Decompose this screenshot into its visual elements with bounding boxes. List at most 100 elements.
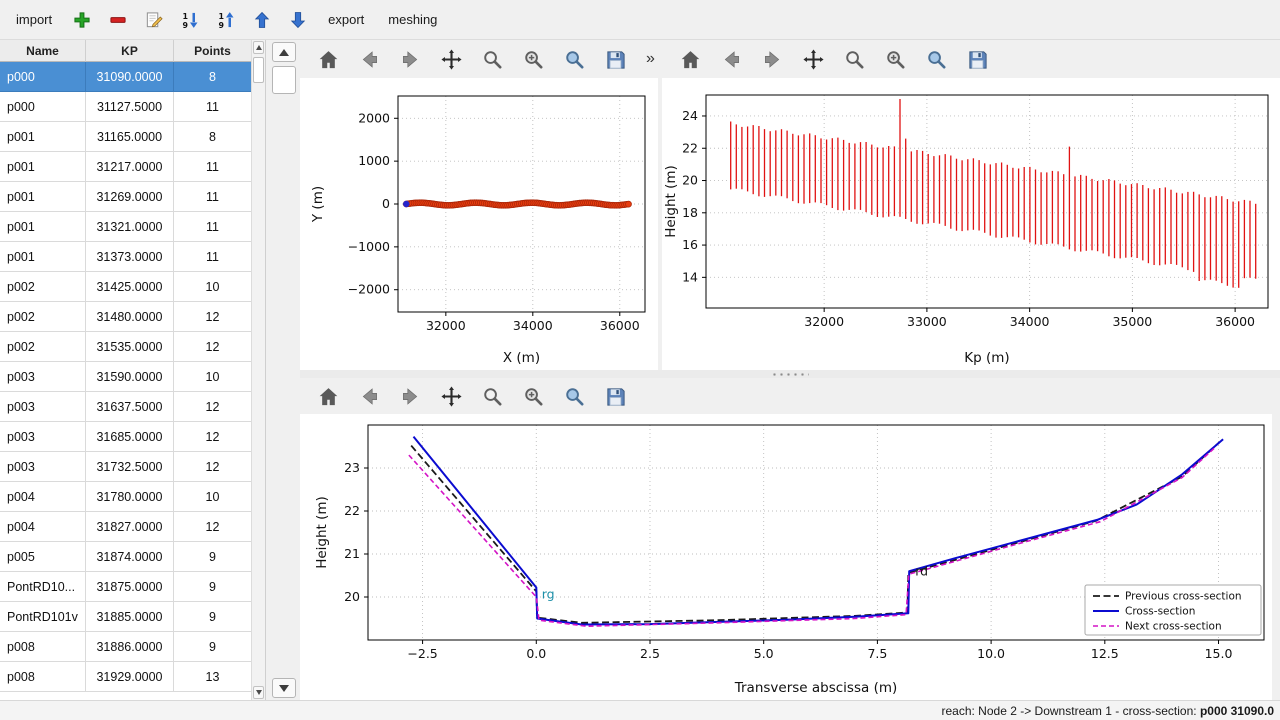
table-row[interactable]: p004 31827.0000 12 xyxy=(0,512,251,542)
sort-ascending-button[interactable]: 19 xyxy=(176,6,204,34)
forward-button[interactable] xyxy=(396,45,424,73)
export-button[interactable]: export xyxy=(320,7,372,32)
cell-name: p004 xyxy=(0,512,86,542)
save-figure-button[interactable] xyxy=(601,382,629,410)
pan-button[interactable] xyxy=(437,382,465,410)
forward-button[interactable] xyxy=(758,45,786,73)
pan-button[interactable] xyxy=(437,45,465,73)
import-button[interactable]: import xyxy=(8,7,60,32)
long-profile-chart[interactable]: 3200033000340003500036000141618202224Kp … xyxy=(662,78,1280,370)
table-row[interactable]: p002 31480.0000 12 xyxy=(0,302,251,332)
table-scroll-down-button[interactable] xyxy=(253,686,264,699)
cell-name: p000 xyxy=(0,92,86,122)
back-button[interactable] xyxy=(717,45,745,73)
table-row[interactable]: p000 31090.0000 8 xyxy=(0,62,251,92)
save-figure-button[interactable] xyxy=(601,45,629,73)
table-row[interactable]: PontRD10... 31875.0000 9 xyxy=(0,572,251,602)
cell-points: 9 xyxy=(174,632,251,662)
cell-name: p001 xyxy=(0,242,86,272)
cell-points: 10 xyxy=(174,482,251,512)
svg-text:22: 22 xyxy=(344,503,360,518)
subplots-button[interactable] xyxy=(519,45,547,73)
column-header-points[interactable]: Points xyxy=(174,40,252,62)
table-row[interactable]: p001 31217.0000 11 xyxy=(0,152,251,182)
sort-descending-button[interactable]: 19 xyxy=(212,6,240,34)
triangle-down-icon xyxy=(279,685,289,692)
svg-text:Height (m): Height (m) xyxy=(314,496,330,569)
table-row[interactable]: p001 31269.0000 11 xyxy=(0,182,251,212)
table-row[interactable]: p000 31127.5000 11 xyxy=(0,92,251,122)
home-icon xyxy=(679,48,702,71)
column-header-name[interactable]: Name xyxy=(0,40,86,62)
table-row[interactable]: p002 31425.0000 10 xyxy=(0,272,251,302)
table-row[interactable]: p001 31165.0000 8 xyxy=(0,122,251,152)
pan-button[interactable] xyxy=(799,45,827,73)
svg-text:2000: 2000 xyxy=(358,110,390,125)
home-button[interactable] xyxy=(314,382,342,410)
panel-scroll-down-button[interactable] xyxy=(272,678,296,698)
table-row[interactable]: p008 31929.0000 13 xyxy=(0,662,251,692)
move-up-button[interactable] xyxy=(248,6,276,34)
table-row[interactable]: p001 31321.0000 11 xyxy=(0,212,251,242)
table-row[interactable]: p004 31780.0000 10 xyxy=(0,482,251,512)
table-row[interactable]: p002 31535.0000 12 xyxy=(0,332,251,362)
triangle-down-icon xyxy=(256,690,262,695)
subplots-button[interactable] xyxy=(519,382,547,410)
customize-button[interactable] xyxy=(560,382,588,410)
cell-points: 8 xyxy=(174,122,251,152)
cell-points: 11 xyxy=(174,242,251,272)
svg-text:35000: 35000 xyxy=(1112,314,1152,329)
home-button[interactable] xyxy=(314,45,342,73)
plan-view-chart[interactable]: 320003400036000200010000−1000−2000X (m)Y… xyxy=(300,78,658,370)
toolbar-overflow-chevron[interactable]: » xyxy=(642,50,659,68)
svg-text:−2.5: −2.5 xyxy=(407,646,437,661)
table-row[interactable]: PontRD101v 31885.0000 9 xyxy=(0,602,251,632)
column-header-kp[interactable]: KP xyxy=(86,40,174,62)
cell-kp: 31885.0000 xyxy=(86,602,174,632)
table-row[interactable]: p003 31685.0000 12 xyxy=(0,422,251,452)
long-profile-toolbar xyxy=(676,40,991,78)
customize-button[interactable] xyxy=(922,45,950,73)
panel-scrollbar[interactable] xyxy=(272,42,296,698)
edit-cross-section-button[interactable] xyxy=(140,6,168,34)
subplots-icon xyxy=(884,48,907,71)
save-figure-button[interactable] xyxy=(963,45,991,73)
table-row[interactable]: p005 31874.0000 9 xyxy=(0,542,251,572)
home-button[interactable] xyxy=(676,45,704,73)
cell-points: 9 xyxy=(174,572,251,602)
cell-points: 12 xyxy=(174,422,251,452)
horizontal-splitter[interactable] xyxy=(300,370,1280,378)
table-row[interactable]: p003 31637.5000 12 xyxy=(0,392,251,422)
table-row[interactable]: p003 31590.0000 10 xyxy=(0,362,251,392)
zoom-button[interactable] xyxy=(478,382,506,410)
table-row[interactable]: p001 31373.0000 11 xyxy=(0,242,251,272)
table-row[interactable]: p008 31886.0000 9 xyxy=(0,632,251,662)
panel-scrollbar-thumb[interactable] xyxy=(272,66,296,94)
delete-cross-section-button[interactable] xyxy=(104,6,132,34)
cell-kp: 31590.0000 xyxy=(86,362,174,392)
forward-arrow-icon xyxy=(399,48,422,71)
add-cross-section-button[interactable] xyxy=(68,6,96,34)
arrow-down-icon xyxy=(288,10,308,30)
forward-button[interactable] xyxy=(396,382,424,410)
zoom-button[interactable] xyxy=(840,45,868,73)
table-scrollbar-thumb[interactable] xyxy=(253,57,264,83)
table-scroll-up-button[interactable] xyxy=(253,41,264,54)
zoom-button[interactable] xyxy=(478,45,506,73)
table-scrollbar[interactable] xyxy=(251,40,265,700)
cell-kp: 31090.0000 xyxy=(86,62,174,92)
svg-text:10.0: 10.0 xyxy=(977,646,1005,661)
customize-button[interactable] xyxy=(560,45,588,73)
move-down-button[interactable] xyxy=(284,6,312,34)
back-button[interactable] xyxy=(355,45,383,73)
cell-points: 12 xyxy=(174,392,251,422)
subplots-button[interactable] xyxy=(881,45,909,73)
cell-name: p001 xyxy=(0,122,86,152)
cross-section-chart[interactable]: −2.50.02.55.07.510.012.515.020212223Tran… xyxy=(300,414,1272,700)
panel-scroll-up-button[interactable] xyxy=(272,42,296,62)
svg-text:1: 1 xyxy=(219,11,225,20)
back-button[interactable] xyxy=(355,382,383,410)
cell-kp: 31637.5000 xyxy=(86,392,174,422)
table-row[interactable]: p003 31732.5000 12 xyxy=(0,452,251,482)
meshing-button[interactable]: meshing xyxy=(380,7,445,32)
